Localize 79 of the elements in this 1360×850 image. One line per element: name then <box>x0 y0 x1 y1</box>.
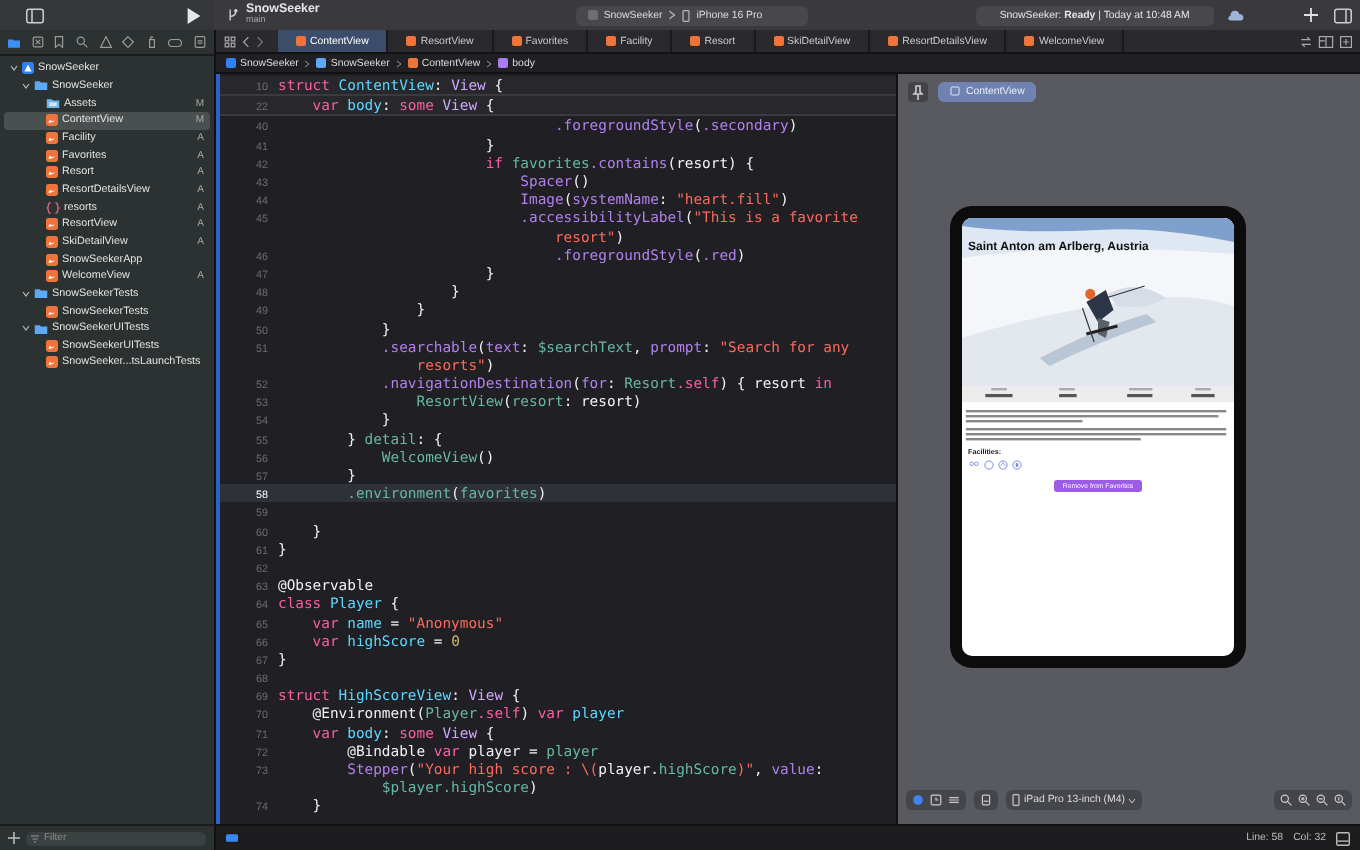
arrows-icon[interactable] <box>1300 35 1312 47</box>
circle-icon <box>1012 460 1022 470</box>
filter-icon <box>30 833 40 843</box>
warning-icon[interactable] <box>99 36 111 48</box>
square-icon[interactable] <box>31 36 44 48</box>
folder-icon[interactable] <box>8 37 20 47</box>
zoom-actual-icon[interactable] <box>1334 794 1346 806</box>
run-icon[interactable] <box>186 7 202 23</box>
circle-icon <box>984 460 994 470</box>
swift-file-icon <box>46 253 58 266</box>
file-type-icon <box>316 58 327 68</box>
add-icon[interactable] <box>1304 8 1318 22</box>
swift-file-icon <box>296 36 306 46</box>
folder-icon <box>46 98 60 109</box>
window-icon <box>950 86 960 96</box>
split-icon[interactable] <box>1318 35 1334 47</box>
file-type-icon <box>498 58 509 68</box>
branch-icon <box>226 8 240 22</box>
bookmark-icon[interactable] <box>54 36 65 48</box>
live-mode-icon[interactable] <box>912 794 924 806</box>
swift-file-icon <box>606 36 617 46</box>
swift-file-icon <box>46 149 58 162</box>
add-editor-icon[interactable] <box>1340 35 1352 47</box>
zoom-in-icon[interactable] <box>1298 794 1310 806</box>
disclosure-icon[interactable] <box>10 64 18 73</box>
chevron-down-icon <box>1128 797 1137 803</box>
chevron-icon <box>486 59 493 67</box>
swift-file-icon <box>46 114 58 127</box>
swift-file-icon <box>888 36 899 46</box>
swift-file-icon <box>46 305 58 318</box>
disclosure-icon[interactable] <box>22 324 30 333</box>
swift-file-icon <box>690 36 701 46</box>
clock-icon[interactable] <box>930 794 942 806</box>
braces-icon <box>46 201 60 214</box>
swift-file-icon <box>773 36 784 46</box>
chevron-icon <box>395 59 402 67</box>
folder-icon <box>34 288 48 299</box>
file-type-icon <box>407 58 418 68</box>
panel-toggle-icon[interactable] <box>1336 831 1350 845</box>
swift-file-icon <box>406 36 417 46</box>
device-settings-icon[interactable] <box>980 794 992 806</box>
folder-icon <box>34 80 48 91</box>
tag-icon[interactable] <box>168 37 183 47</box>
swift-file-icon <box>46 270 58 283</box>
chevron-icon <box>668 10 677 20</box>
swift-file-icon <box>46 166 58 179</box>
disclosure-icon[interactable] <box>22 289 30 298</box>
circle-icon <box>998 460 1008 470</box>
swift-file-icon <box>46 218 58 231</box>
zoom-out-icon[interactable] <box>1280 794 1292 806</box>
swift-file-icon <box>46 183 58 196</box>
zoom-fit-icon[interactable] <box>1316 794 1328 806</box>
grid-icon[interactable] <box>224 35 236 47</box>
swift-file-icon <box>46 356 58 369</box>
diamond-icon[interactable] <box>122 36 135 48</box>
back-icon[interactable] <box>242 35 250 47</box>
swift-file-icon <box>511 36 522 46</box>
sidebar-toggle-icon[interactable] <box>26 7 44 23</box>
phone-icon <box>682 9 691 21</box>
console-indicator-icon[interactable] <box>226 834 238 842</box>
swift-file-icon <box>46 131 58 144</box>
add-icon[interactable] <box>8 832 20 844</box>
folder-icon <box>34 323 48 334</box>
swift-file-icon <box>46 235 58 248</box>
inspector-toggle-icon[interactable] <box>1334 7 1352 23</box>
disclosure-icon[interactable] <box>22 81 30 90</box>
cloud-icon[interactable] <box>1225 9 1244 21</box>
chevron-icon <box>304 59 311 67</box>
file-type-icon <box>226 58 236 68</box>
app-icon <box>587 10 598 20</box>
tablet-icon <box>1012 794 1020 806</box>
swift-file-icon <box>1024 36 1035 46</box>
swift-file-icon <box>46 339 58 352</box>
forward-icon[interactable] <box>256 35 264 47</box>
document-icon[interactable] <box>194 36 206 48</box>
search-icon[interactable] <box>75 36 88 48</box>
pin-icon[interactable] <box>908 81 928 101</box>
list-icon[interactable] <box>948 794 960 806</box>
project-icon <box>22 62 34 75</box>
